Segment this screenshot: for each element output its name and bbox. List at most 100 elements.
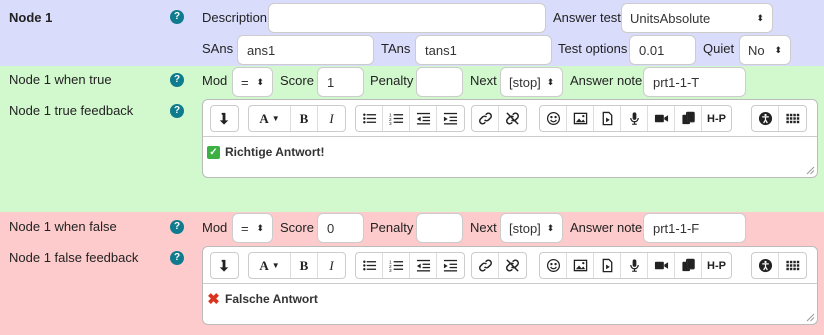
false-feedback-editor[interactable]: A ▼ B I 123 H-P ✖ Falsche Antwort [202,246,818,325]
editor-toolbar: A ▼ B I 123 H-P [203,247,817,284]
toolbar-group: 123 [355,252,465,279]
false-penalty-input[interactable] [416,213,463,243]
false-mod-label: Mod [202,220,228,235]
editor-content[interactable]: ✖ Falsche Antwort [203,284,817,314]
toolbar-group: H-P [539,252,732,279]
font-style-label: A [259,257,269,273]
false-answer-note-input[interactable]: prt1-1-F [643,213,746,243]
false-feedback-label: Node 1 false feedback [9,250,139,265]
bold-icon[interactable]: B [291,253,318,278]
toolbar-group [471,105,527,132]
tans-input[interactable]: tans1 [415,35,552,65]
help-icon[interactable]: ? [170,10,184,24]
false-score-input[interactable]: 0 [317,213,364,243]
video-camera-icon[interactable] [648,106,675,131]
true-next-select[interactable]: [stop] ⬍ [500,67,563,97]
true-score-input[interactable]: 1 [317,67,364,97]
toolbar-group [210,252,239,279]
true-mod-select[interactable]: = ⬍ [232,67,273,97]
sans-input[interactable]: ans1 [237,35,374,65]
more-grid-icon[interactable] [779,106,806,131]
help-icon[interactable]: ? [170,73,184,87]
h5p-icon[interactable]: H-P [702,253,731,278]
toolbar-group [210,105,239,132]
true-answer-note-input[interactable]: prt1-1-T [643,67,746,97]
true-penalty-label: Penalty [370,73,414,88]
answer-test-label: Answer test [553,10,621,25]
true-feedback-editor[interactable]: A ▼ B I 123 H-P ✓ Richtige Antwort! [202,99,818,178]
copy-icon[interactable] [675,106,702,131]
svg-text:3: 3 [389,268,392,273]
answer-test-value: UnitsAbsolute [630,10,711,26]
quiet-value: No [748,42,765,58]
true-feedback-text: Richtige Antwort! [225,145,325,159]
resize-grip-icon[interactable] [806,166,815,175]
svg-text:3: 3 [389,121,392,126]
test-options-label: Test options [558,41,628,56]
toolbar-group [471,252,527,279]
editor-content[interactable]: ✓ Richtige Antwort! [203,137,817,167]
description-label: Description [202,10,268,25]
video-camera-icon[interactable] [648,253,675,278]
dropdown-caret-icon: ▼ [271,114,280,123]
accessibility-icon[interactable] [752,253,779,278]
image-icon[interactable] [567,106,594,131]
font-style-icon[interactable]: A ▼ [249,253,291,278]
emoji-icon[interactable] [540,106,567,131]
ordered-list-icon[interactable]: 123 [383,106,410,131]
test-options-input[interactable]: 0.01 [629,35,696,65]
quiet-select[interactable]: No ⬍ [739,35,791,65]
font-style-icon[interactable]: A ▼ [249,106,291,131]
true-next-value: [stop] [509,74,541,90]
link-icon[interactable] [472,106,499,131]
cross-mark-icon: ✖ [207,291,220,308]
select-caret-icon: ⬍ [256,76,264,87]
unordered-list-icon[interactable] [356,106,383,131]
microphone-icon[interactable] [621,106,648,131]
italic-icon[interactable]: I [318,106,345,131]
toolbar-toggle-icon[interactable] [211,253,238,278]
outdent-icon[interactable] [410,253,437,278]
false-penalty-label: Penalty [370,220,414,235]
bold-icon[interactable]: B [291,106,318,131]
microphone-icon[interactable] [621,253,648,278]
select-caret-icon: ⬍ [774,44,782,55]
false-next-select[interactable]: [stop] ⬍ [500,213,563,243]
indent-icon[interactable] [437,106,464,131]
unlink-icon[interactable] [499,106,526,131]
node-title: Node 1 [9,10,53,25]
h5p-icon[interactable]: H-P [702,106,731,131]
true-penalty-input[interactable] [416,67,463,97]
help-icon[interactable]: ? [170,104,184,118]
description-input[interactable] [268,3,546,33]
true-mod-value: = [241,74,249,90]
toolbar-group: 123 [355,105,465,132]
false-mod-select[interactable]: = ⬍ [232,213,273,243]
outdent-icon[interactable] [410,106,437,131]
media-file-icon[interactable] [594,253,621,278]
sans-label: SAns [202,41,234,56]
emoji-icon[interactable] [540,253,567,278]
true-feedback-label: Node 1 true feedback [9,103,134,118]
ordered-list-icon[interactable]: 123 [383,253,410,278]
media-file-icon[interactable] [594,106,621,131]
editor-toolbar: A ▼ B I 123 H-P [203,100,817,137]
more-grid-icon[interactable] [779,253,806,278]
accessibility-icon[interactable] [752,106,779,131]
true-score-label: Score [280,73,314,88]
toolbar-toggle-icon[interactable] [211,106,238,131]
select-caret-icon: ⬍ [256,222,264,233]
resize-grip-icon[interactable] [806,313,815,322]
copy-icon[interactable] [675,253,702,278]
italic-icon[interactable]: I [318,253,345,278]
answer-test-select[interactable]: UnitsAbsolute ⬍ [621,3,773,33]
indent-icon[interactable] [437,253,464,278]
help-icon[interactable]: ? [170,251,184,265]
link-icon[interactable] [472,253,499,278]
toolbar-group: H-P [539,105,732,132]
true-mod-label: Mod [202,73,228,88]
image-icon[interactable] [567,253,594,278]
unordered-list-icon[interactable] [356,253,383,278]
help-icon[interactable]: ? [170,220,184,234]
unlink-icon[interactable] [499,253,526,278]
